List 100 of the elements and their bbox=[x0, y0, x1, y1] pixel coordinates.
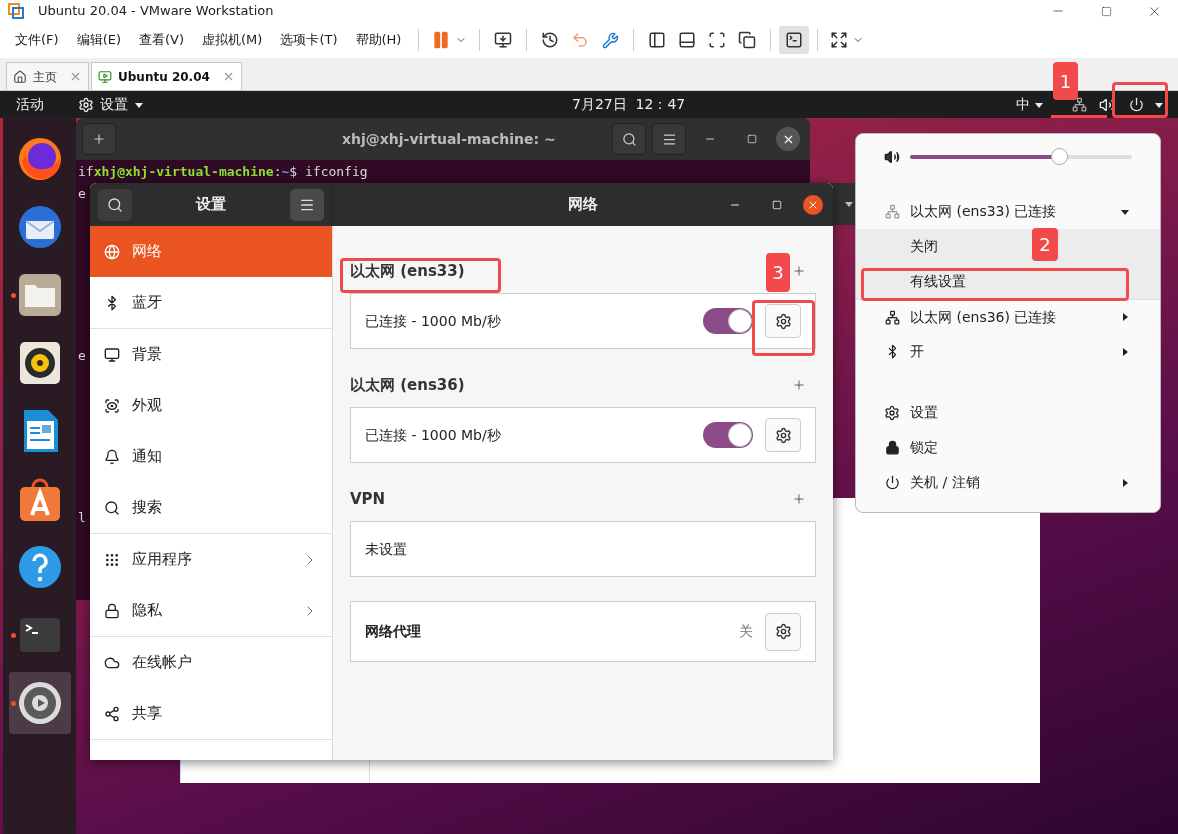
sidebar-title: 设置 bbox=[196, 194, 226, 216]
menu-item[interactable]: 编辑(E) bbox=[67, 27, 130, 53]
menu-button[interactable] bbox=[290, 188, 324, 221]
step-badge: 3 bbox=[766, 253, 790, 292]
sidebar-item[interactable]: 应用程序 bbox=[90, 534, 332, 585]
menu-label: 锁定 bbox=[910, 438, 938, 457]
sidebar-label: 隐私 bbox=[132, 600, 162, 622]
menu-item[interactable]: 选项卡(T) bbox=[271, 27, 347, 53]
clock-icon bbox=[541, 31, 560, 49]
slider-thumb[interactable] bbox=[1051, 148, 1069, 165]
lock-icon bbox=[104, 602, 120, 619]
new-tab-button[interactable] bbox=[82, 123, 116, 155]
app-menu-button[interactable]: 设置 bbox=[78, 94, 144, 115]
settings-button[interactable] bbox=[765, 304, 801, 338]
section-title: 以太网 (ens36) bbox=[350, 374, 465, 396]
gear-icon bbox=[774, 426, 792, 444]
row-label: 已连接 - 1000 Mb/秒 bbox=[365, 425, 501, 445]
search-button[interactable] bbox=[98, 188, 132, 221]
maximize-icon bbox=[747, 134, 757, 144]
sidebar-item[interactable]: 网络 bbox=[90, 226, 332, 277]
volume-slider[interactable] bbox=[910, 148, 1132, 166]
search-icon bbox=[621, 131, 637, 147]
activities-button[interactable]: 活动 bbox=[16, 94, 44, 115]
menu-item[interactable]: 虚拟机(M) bbox=[193, 27, 272, 53]
sidebar-label: 背景 bbox=[132, 344, 162, 366]
sidebar-item[interactable]: 搜索 bbox=[90, 482, 332, 533]
menu-item[interactable]: 以太网 (ens33) 已连接 bbox=[856, 194, 1160, 229]
menu-item[interactable]: 开 bbox=[856, 334, 1160, 369]
frame-icon bbox=[708, 31, 727, 49]
sidebar-label: 应用程序 bbox=[132, 549, 192, 571]
lock-icon bbox=[884, 440, 900, 455]
expand-icon bbox=[830, 31, 849, 49]
volume-icon[interactable] bbox=[1099, 96, 1115, 113]
tab[interactable]: Ubuntu 20.04 bbox=[91, 62, 242, 90]
highlight-underline bbox=[1051, 115, 1107, 118]
menu-item[interactable]: 关机 / 注销 bbox=[856, 465, 1160, 500]
sidebar-label: 外观 bbox=[132, 395, 162, 417]
clock[interactable]: 7月27日 12：47 bbox=[572, 94, 686, 115]
panel-left-icon bbox=[648, 31, 667, 49]
console-button[interactable] bbox=[779, 26, 810, 54]
network-icon bbox=[884, 309, 900, 325]
grid-icon bbox=[104, 551, 120, 568]
gear-icon bbox=[884, 404, 900, 421]
maximize-icon bbox=[1100, 5, 1112, 17]
toggle-switch[interactable] bbox=[703, 422, 753, 448]
sidebar-item[interactable]: 共享 bbox=[90, 688, 332, 739]
menu-item[interactable]: 设置 bbox=[856, 395, 1160, 430]
menu-item[interactable]: 以太网 (ens36) 已连接 bbox=[856, 299, 1160, 334]
menu-item[interactable]: 查看(V) bbox=[130, 27, 194, 53]
menu-item[interactable]: 文件(F) bbox=[6, 27, 68, 53]
terminal-text: l bbox=[78, 510, 86, 526]
row-label: 已连接 - 1000 Mb/秒 bbox=[365, 311, 501, 331]
network-icon[interactable] bbox=[1072, 97, 1087, 112]
menu-button[interactable] bbox=[652, 123, 686, 155]
settings-button[interactable] bbox=[765, 612, 801, 651]
menu-label: 开 bbox=[910, 342, 924, 361]
gear-icon bbox=[774, 623, 792, 640]
sidebar-label: 网络 bbox=[132, 241, 162, 263]
menu-item[interactable]: 锁定 bbox=[856, 430, 1160, 465]
sidebar-item[interactable]: 在线帐户 bbox=[90, 637, 332, 688]
tab[interactable]: 主页 bbox=[6, 62, 89, 90]
sidebar-item[interactable]: 隐私 bbox=[90, 585, 332, 636]
monitor-eye-icon bbox=[104, 397, 120, 414]
sidebar-item[interactable]: 外观 bbox=[90, 380, 332, 431]
home-icon bbox=[13, 69, 27, 84]
menu-icon bbox=[661, 131, 677, 147]
search-icon bbox=[107, 196, 123, 213]
close-icon[interactable] bbox=[69, 70, 82, 83]
section-title: 以太网 (ens33) bbox=[350, 260, 465, 282]
search-button[interactable] bbox=[612, 123, 646, 155]
settings-button[interactable] bbox=[765, 418, 801, 452]
sidebar-label: 通知 bbox=[132, 446, 162, 468]
input-method-button[interactable]: 中 bbox=[1016, 94, 1044, 115]
caret-icon bbox=[844, 199, 854, 209]
gear-icon bbox=[78, 96, 94, 113]
sidebar-label: 共享 bbox=[132, 703, 162, 725]
sidebar-item[interactable]: 蓝牙 bbox=[90, 277, 332, 328]
sidebar-item[interactable]: 背景 bbox=[90, 329, 332, 380]
status-text: 关 bbox=[739, 622, 753, 641]
power-menu-button[interactable] bbox=[1129, 97, 1164, 112]
sidebar-item[interactable]: 通知 bbox=[90, 431, 332, 482]
windows-icon bbox=[738, 31, 757, 49]
sidebar-label: 蓝牙 bbox=[132, 292, 162, 314]
gear-icon bbox=[774, 312, 792, 330]
monitor-icon bbox=[104, 346, 120, 363]
dock-item[interactable] bbox=[8, 672, 71, 734]
globe-icon bbox=[104, 243, 120, 260]
maximize-icon bbox=[772, 199, 782, 210]
toggle-switch[interactable] bbox=[703, 308, 753, 334]
window-title: Ubuntu 20.04 - VMware Workstation bbox=[38, 2, 274, 21]
menu-item[interactable]: 帮助(H) bbox=[346, 27, 411, 53]
menu-label: 以太网 (ens36) 已连接 bbox=[910, 307, 1057, 327]
volume-icon bbox=[884, 149, 900, 165]
close-button[interactable] bbox=[803, 194, 823, 215]
step-badge: 1 bbox=[1053, 62, 1078, 100]
highlight-frame bbox=[1112, 82, 1168, 118]
terminal-title: xhj@xhj-virtual-machine: ~ bbox=[342, 129, 556, 149]
terminal-text: e bbox=[78, 348, 86, 364]
close-button[interactable] bbox=[776, 127, 800, 151]
sidebar-label: 搜索 bbox=[132, 497, 162, 519]
